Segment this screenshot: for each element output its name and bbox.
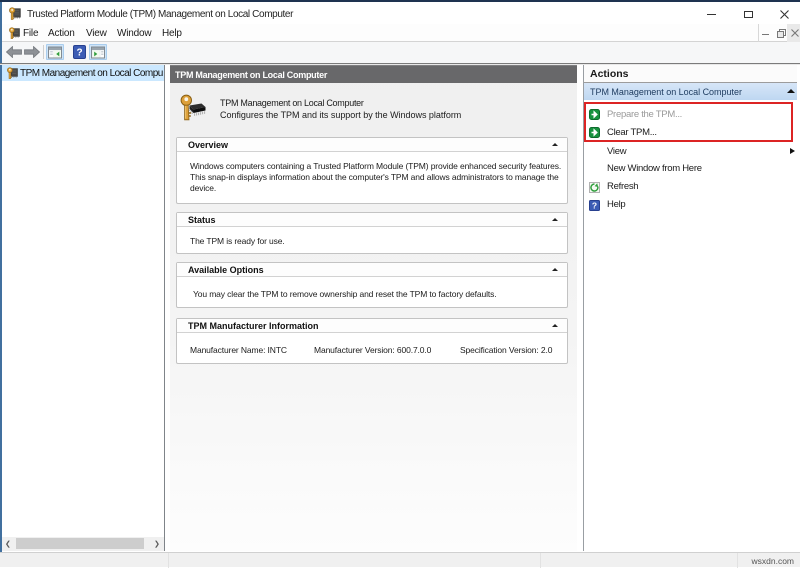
svg-text:?: ? — [592, 201, 597, 211]
svg-text:?: ? — [76, 48, 82, 59]
